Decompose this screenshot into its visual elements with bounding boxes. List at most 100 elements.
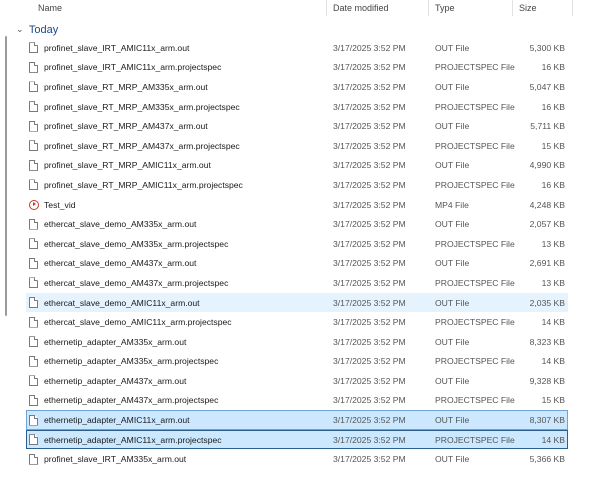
- file-date-modified: 3/17/2025 3:52 PM: [333, 121, 406, 132]
- file-row[interactable]: ethercat_slave_demo_AMIC11x_arm.out 3/17/…: [26, 292, 568, 313]
- group-label: Today: [28, 24, 59, 36]
- file-name: ethernetip_adapter_AM335x_arm.out: [44, 336, 187, 347]
- file-row[interactable]: profinet_slave_IRT_AMIC11x_arm.projectsp…: [26, 58, 568, 78]
- file-name: profinet_slave_RT_MRP_AM437x_arm.out: [44, 121, 208, 132]
- file-date-modified: 3/17/2025 3:52 PM: [333, 336, 406, 347]
- file-icon: [29, 42, 38, 54]
- file-icon: [29, 375, 38, 387]
- file-size: 5,711 KB: [530, 121, 565, 132]
- file-row[interactable]: profinet_slave_RT_MRP_AMIC11x_arm.projec…: [26, 175, 568, 195]
- column-date-modified[interactable]: Date modified: [329, 2, 389, 14]
- file-row[interactable]: ethercat_slave_demo_AMIC11x_arm.projects…: [26, 312, 568, 332]
- file-date-modified: 3/17/2025 3:52 PM: [333, 395, 406, 406]
- file-date-modified: 3/17/2025 3:52 PM: [333, 375, 406, 386]
- file-size: 5,047 KB: [529, 81, 565, 92]
- file-row[interactable]: ethernetip_adapter_AM437x_arm.projectspe…: [26, 391, 568, 411]
- column-type[interactable]: Type: [431, 2, 455, 14]
- file-size: 13 KB: [541, 238, 565, 249]
- file-row[interactable]: profinet_slave_RT_MRP_AMIC11x_arm.out 3/1…: [26, 156, 568, 176]
- file-icon-cell: [29, 98, 43, 116]
- file-icon: [29, 277, 38, 289]
- file-date-modified: 3/17/2025 3:52 PM: [333, 62, 406, 73]
- file-row[interactable]: profinet_slave_IRT_AMIC11x_arm.out 3/17/2…: [26, 38, 568, 58]
- file-icon-cell: [29, 294, 43, 312]
- file-date-modified: 3/17/2025 3:52 PM: [333, 297, 406, 308]
- column-divider[interactable]: [326, 0, 327, 16]
- file-icon: [29, 394, 38, 406]
- file-row[interactable]: profinet_slave_RT_MRP_AM437x_arm.out 3/17…: [26, 116, 568, 136]
- file-row[interactable]: profinet_slave_RT_MRP_AM335x_arm.out 3/17…: [26, 77, 568, 97]
- file-row[interactable]: ethernetip_adapter_AMIC11x_arm.out 3/17/2…: [26, 410, 568, 430]
- file-icon: [29, 336, 38, 348]
- file-name: ethercat_slave_demo_AMIC11x_arm.projects…: [44, 317, 232, 328]
- file-icon-cell: [29, 157, 43, 175]
- file-icon-cell: [29, 215, 43, 233]
- file-date-modified: 3/17/2025 3:52 PM: [333, 42, 406, 53]
- column-divider[interactable]: [512, 0, 513, 16]
- file-icon-cell: [29, 431, 43, 449]
- file-date-modified: 3/17/2025 3:52 PM: [333, 258, 406, 269]
- file-size: 4,990 KB: [529, 160, 565, 171]
- file-icon: [29, 81, 38, 93]
- file-icon-cell: [29, 450, 43, 468]
- file-icon: [29, 120, 38, 132]
- right-scrollbar[interactable]: [592, 16, 608, 479]
- column-name[interactable]: Name: [34, 2, 62, 14]
- file-row[interactable]: ethercat_slave_demo_AM335x_arm.projectsp…: [26, 234, 568, 254]
- file-icon: [29, 453, 38, 465]
- file-icon: [29, 159, 38, 171]
- file-icon-cell: [29, 78, 43, 96]
- file-row[interactable]: ethernetip_adapter_AM437x_arm.out 3/17/20…: [26, 371, 568, 391]
- file-row[interactable]: profinet_slave_IRT_AM335x_arm.out 3/17/20…: [26, 449, 568, 469]
- column-divider[interactable]: [428, 0, 429, 16]
- file-date-modified: 3/17/2025 3:52 PM: [333, 454, 406, 465]
- file-icon: [29, 316, 38, 328]
- file-row[interactable]: Test_vid 3/17/2025 3:52 PM MP4 File 4,248 K…: [26, 195, 568, 215]
- file-name: ethernetip_adapter_AMIC11x_arm.projectsp…: [44, 434, 222, 445]
- file-icon: [29, 101, 38, 113]
- file-date-modified: 3/17/2025 3:52 PM: [333, 140, 406, 151]
- file-size: 14 KB: [541, 434, 565, 445]
- file-row[interactable]: ethercat_slave_demo_AM437x_arm.out 3/17/2…: [26, 254, 568, 274]
- file-row[interactable]: ethercat_slave_demo_AM437x_arm.projectsp…: [26, 273, 568, 293]
- chevron-down-icon[interactable]: ⌄: [16, 20, 26, 38]
- file-icon-cell: [29, 59, 43, 77]
- file-row[interactable]: ethernetip_adapter_AMIC11x_arm.projectsp…: [26, 429, 568, 450]
- file-size: 2,035 KB: [529, 297, 565, 308]
- file-name: ethernetip_adapter_AM335x_arm.projectspe…: [44, 356, 219, 367]
- file-size: 2,057 KB: [529, 219, 565, 230]
- file-explorer-window: Name Date modified Type Size ⌄ Today pro…: [0, 0, 608, 479]
- file-date-modified: 3/17/2025 3:52 PM: [333, 238, 406, 249]
- left-scrollbar[interactable]: [0, 16, 10, 479]
- file-icon: [29, 218, 38, 230]
- file-size: 15 KB: [541, 395, 565, 406]
- file-icon: [29, 297, 38, 309]
- file-icon: [29, 140, 38, 152]
- file-icon-cell: [29, 392, 43, 410]
- file-size: 14 KB: [541, 317, 565, 328]
- group-header-today[interactable]: ⌄ Today: [16, 20, 58, 38]
- file-name: profinet_slave_RT_MRP_AM437x_arm.project…: [44, 140, 240, 151]
- file-name: profinet_slave_RT_MRP_AMIC11x_arm.out: [44, 160, 211, 171]
- file-icon-cell: [29, 353, 43, 371]
- file-size: 16 KB: [541, 62, 565, 73]
- file-name: Test_vid: [44, 199, 76, 210]
- file-row[interactable]: ethercat_slave_demo_AM335x_arm.out 3/17/2…: [26, 214, 568, 234]
- file-row[interactable]: ethernetip_adapter_AM335x_arm.out 3/17/20…: [26, 332, 568, 352]
- file-size: 15 KB: [541, 140, 565, 151]
- file-name: profinet_slave_IRT_AM335x_arm.out: [44, 454, 187, 465]
- file-icon-cell: [29, 255, 43, 273]
- file-icon-cell: [29, 313, 43, 331]
- file-size: 13 KB: [541, 277, 565, 288]
- file-row[interactable]: profinet_slave_RT_MRP_AM335x_arm.project…: [26, 97, 568, 117]
- column-divider[interactable]: [572, 0, 573, 16]
- scrollbar-thumb[interactable]: [5, 36, 7, 316]
- file-row[interactable]: profinet_slave_RT_MRP_AM437x_arm.project…: [26, 136, 568, 156]
- file-icon-cell: [29, 137, 43, 155]
- file-icon-cell: [29, 117, 43, 135]
- file-row[interactable]: ethernetip_adapter_AM335x_arm.projectspe…: [26, 352, 568, 372]
- file-date-modified: 3/17/2025 3:52 PM: [333, 434, 406, 445]
- file-name: ethernetip_adapter_AMIC11x_arm.out: [44, 415, 190, 426]
- column-size[interactable]: Size: [515, 2, 537, 14]
- file-name: profinet_slave_IRT_AMIC11x_arm.out: [44, 42, 190, 53]
